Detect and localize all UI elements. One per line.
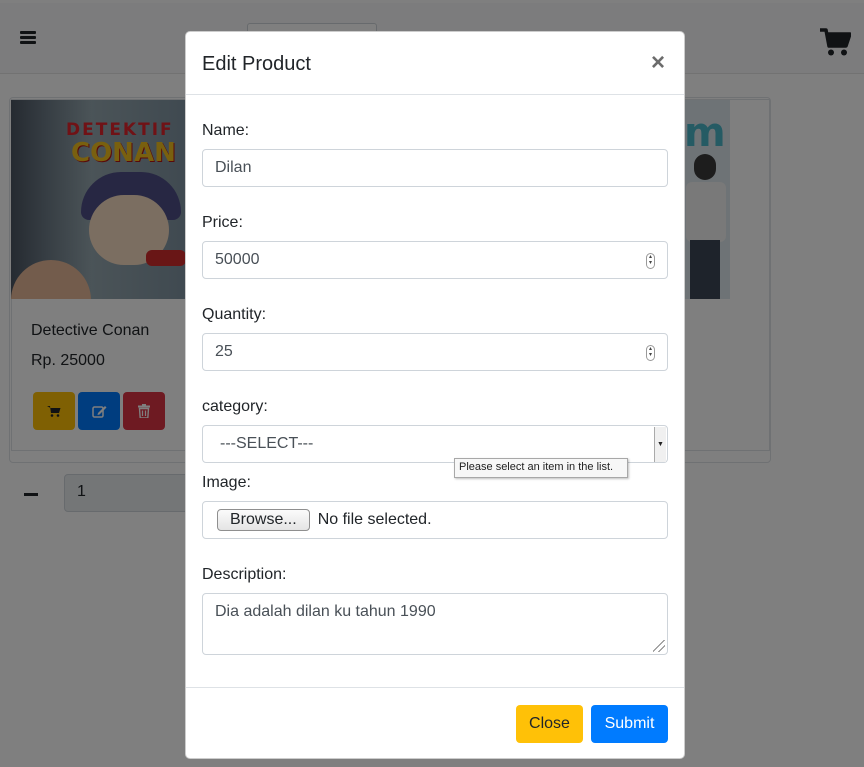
quantity-field-value: 25 bbox=[215, 343, 233, 360]
submit-button[interactable]: Submit bbox=[591, 705, 668, 743]
price-spinner[interactable]: ▴ ▾ bbox=[646, 253, 655, 269]
price-field[interactable]: 50000 ▴ ▾ bbox=[202, 241, 668, 279]
modal-title: Edit Product bbox=[202, 53, 311, 75]
quantity-label: Quantity: bbox=[202, 306, 267, 323]
image-label: Image: bbox=[202, 474, 251, 491]
modal-header: Edit Product × bbox=[186, 32, 684, 95]
description-textarea[interactable]: Dia adalah dilan ku tahun 1990 bbox=[202, 593, 668, 655]
name-field[interactable]: Dilan bbox=[202, 149, 668, 187]
price-field-value: 50000 bbox=[215, 251, 260, 268]
close-button[interactable]: Close bbox=[516, 705, 583, 743]
resize-handle[interactable] bbox=[653, 640, 665, 652]
description-label: Description: bbox=[202, 566, 287, 583]
edit-product-modal: Edit Product × Name: Dilan Price: 50000 … bbox=[185, 31, 685, 759]
price-label: Price: bbox=[202, 214, 243, 231]
chevron-down-icon[interactable]: ▼ bbox=[654, 427, 666, 462]
name-label: Name: bbox=[202, 122, 250, 139]
file-status: No file selected. bbox=[317, 511, 432, 528]
quantity-field[interactable]: 25 ▴ ▾ bbox=[202, 333, 668, 371]
browse-button[interactable]: Browse... bbox=[217, 509, 310, 531]
quantity-spinner[interactable]: ▴ ▾ bbox=[646, 345, 655, 361]
image-file-input[interactable]: Browse... No file selected. bbox=[202, 501, 668, 539]
name-field-value: Dilan bbox=[215, 159, 252, 176]
close-icon[interactable]: × bbox=[651, 49, 665, 77]
category-label: category: bbox=[202, 398, 268, 415]
category-selected: ---SELECT--- bbox=[220, 435, 314, 452]
modal-footer: Close Submit bbox=[186, 687, 684, 758]
description-value: Dia adalah dilan ku tahun 1990 bbox=[215, 603, 436, 620]
validation-tooltip: Please select an item in the list. bbox=[454, 458, 628, 478]
